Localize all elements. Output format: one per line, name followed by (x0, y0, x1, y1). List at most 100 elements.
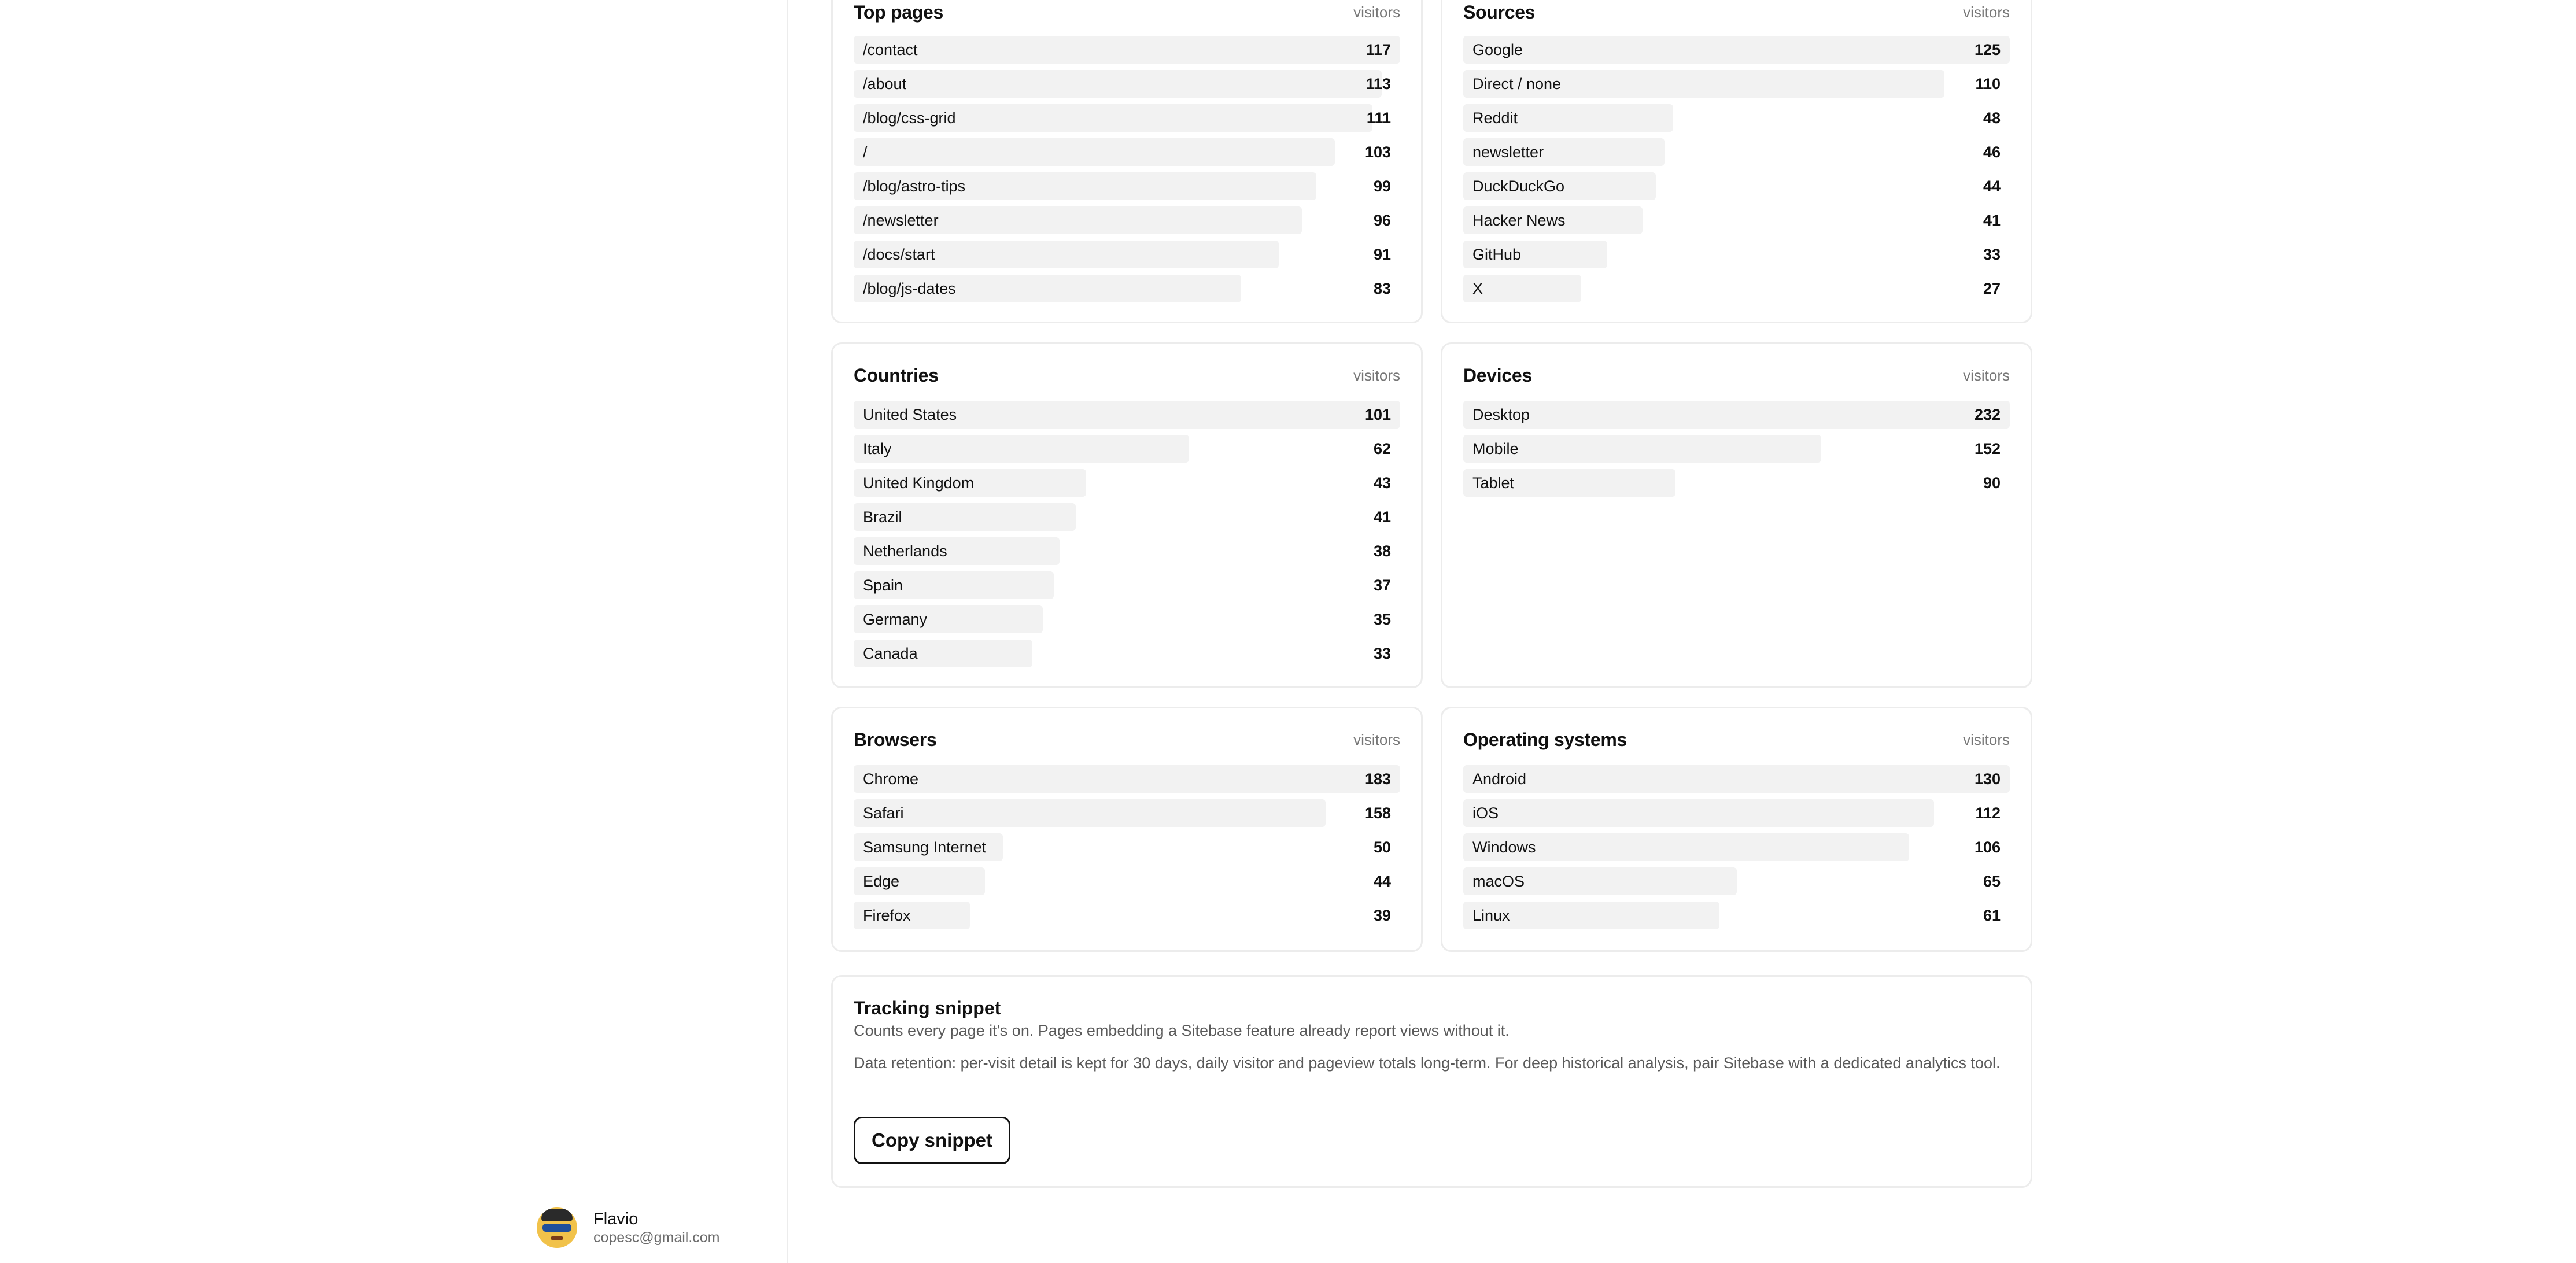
row-label: Desktop (1472, 406, 1530, 423)
row-label: Direct / none (1472, 75, 1562, 93)
row-value: 41 (1373, 508, 1391, 526)
list-item[interactable]: Canada 33 (854, 640, 1400, 667)
list-item[interactable]: Germany 35 (854, 605, 1400, 633)
devices-card: Devices visitors Desktop 232 Mobile 152 Tabl… (1441, 342, 2032, 688)
list-item[interactable]: Italy 62 (854, 435, 1400, 463)
row-value: 44 (1983, 178, 2001, 195)
row-label: /blog/astro-tips (863, 178, 966, 195)
list-item[interactable]: X 27 (1463, 275, 2010, 302)
list-item[interactable]: United Kingdom 43 (854, 469, 1400, 497)
row-value: 39 (1373, 907, 1391, 924)
row-value: 33 (1373, 645, 1391, 662)
list-item[interactable]: /blog/js-dates 83 (854, 275, 1400, 302)
row-value: 110 (1975, 75, 2001, 93)
row-label: newsletter (1472, 143, 1544, 161)
user-name: Flavio (593, 1210, 639, 1228)
row-label: iOS (1472, 804, 1499, 822)
card-title: Devices (1463, 365, 1532, 386)
value-bar (1463, 765, 2010, 793)
list-item[interactable]: Safari 158 (854, 799, 1400, 827)
row-value: 37 (1373, 577, 1391, 594)
list-item[interactable]: newsletter 46 (1463, 138, 2010, 166)
list-item[interactable]: GitHub 33 (1463, 241, 2010, 268)
list-item[interactable]: Android 130 (1463, 765, 2010, 793)
copy-snippet-button[interactable]: Copy snippet (854, 1117, 1011, 1164)
row-label: Italy (863, 440, 892, 457)
avatar (537, 1207, 577, 1248)
list-item[interactable]: /docs/start 91 (854, 241, 1400, 268)
list-item[interactable]: Hacker News 41 (1463, 206, 2010, 234)
row-list: United States 101 Italy 62 United Kingdom 43 B… (854, 401, 1400, 674)
row-label: Safari (863, 804, 904, 822)
row-label: Samsung Internet (863, 839, 987, 856)
row-value: 33 (1983, 246, 2001, 263)
list-item[interactable]: /about 113 (854, 70, 1400, 98)
list-item[interactable]: Spain 37 (854, 571, 1400, 599)
card-subtitle: visitors (1963, 731, 2010, 748)
row-value: 27 (1983, 280, 2001, 297)
row-label: United Kingdom (863, 474, 975, 492)
card-title: Countries (854, 365, 939, 386)
row-value: 99 (1373, 178, 1391, 195)
value-bar (1463, 401, 2010, 429)
row-label: Android (1472, 770, 1527, 788)
browsers-card: Browsers visitors Chrome 183 Safari 158 Sams… (831, 707, 1423, 952)
sidebar: Flavio copesc@gmail.com (0, 0, 788, 1263)
row-label: Edge (863, 873, 900, 890)
list-item[interactable]: Windows 106 (1463, 833, 2010, 861)
row-value: 38 (1373, 542, 1391, 560)
list-item[interactable]: macOS 65 (1463, 867, 2010, 895)
user-profile[interactable]: Flavio copesc@gmail.com (537, 1207, 720, 1248)
value-bar (1463, 36, 2010, 64)
value-bar (854, 799, 1326, 827)
list-item[interactable]: /contact 117 (854, 36, 1400, 64)
row-label: DuckDuckGo (1472, 178, 1565, 195)
list-item[interactable]: Chrome 183 (854, 765, 1400, 793)
list-item[interactable]: Netherlands 38 (854, 537, 1400, 565)
row-label: Netherlands (863, 542, 947, 560)
row-label: Mobile (1472, 440, 1519, 457)
list-item[interactable]: Samsung Internet 50 (854, 833, 1400, 861)
list-item[interactable]: Tablet 90 (1463, 469, 2010, 497)
row-label: Canada (863, 645, 918, 662)
card-title: Browsers (854, 729, 937, 750)
card-subtitle: visitors (1353, 731, 1400, 748)
row-label: Google (1472, 41, 1523, 58)
snippet-description: Counts every page it's on. Pages embeddi… (854, 1022, 1510, 1039)
list-item[interactable]: United States 101 (854, 401, 1400, 429)
list-item[interactable]: Google 125 (1463, 36, 2010, 64)
list-item[interactable]: Brazil 41 (854, 503, 1400, 531)
card-subtitle: visitors (1353, 3, 1400, 21)
value-bar (854, 36, 1400, 64)
user-email: copesc@gmail.com (593, 1229, 720, 1246)
row-value: 117 (1365, 41, 1391, 58)
list-item[interactable]: /newsletter 96 (854, 206, 1400, 234)
list-item[interactable]: Desktop 232 (1463, 401, 2010, 429)
card-subtitle: visitors (1963, 367, 2010, 384)
row-value: 125 (1974, 41, 2001, 58)
list-item[interactable]: Edge 44 (854, 867, 1400, 895)
row-label: /newsletter (863, 212, 939, 229)
list-item[interactable]: /blog/css-grid 111 (854, 104, 1400, 132)
row-label: Chrome (863, 770, 919, 788)
row-value: 152 (1974, 440, 2001, 457)
list-item[interactable]: Linux 61 (1463, 902, 2010, 929)
row-value: 91 (1373, 246, 1391, 263)
row-label: Firefox (863, 907, 911, 924)
list-item[interactable]: Direct / none 110 (1463, 70, 2010, 98)
list-item[interactable]: DuckDuckGo 44 (1463, 172, 2010, 200)
list-item[interactable]: / 103 (854, 138, 1400, 166)
row-label: /contact (863, 41, 918, 58)
value-bar (854, 765, 1400, 793)
list-item[interactable]: Mobile 152 (1463, 435, 2010, 463)
card-title: Top pages (854, 2, 943, 23)
list-item[interactable]: Reddit 48 (1463, 104, 2010, 132)
list-item[interactable]: Firefox 39 (854, 902, 1400, 929)
row-label: Reddit (1472, 109, 1518, 127)
row-list: Chrome 183 Safari 158 Samsung Internet 50 Edge… (854, 765, 1400, 936)
list-item[interactable]: iOS 112 (1463, 799, 2010, 827)
row-value: 103 (1364, 143, 1391, 161)
row-value: 158 (1364, 804, 1391, 822)
row-label: / (863, 143, 868, 161)
list-item[interactable]: /blog/astro-tips 99 (854, 172, 1400, 200)
